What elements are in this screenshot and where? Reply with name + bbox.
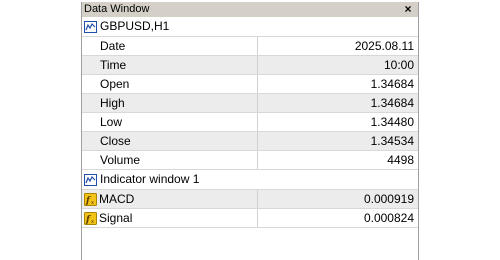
window-title: Data Window <box>84 3 150 15</box>
indicator-row-label: Signal <box>99 211 133 225</box>
data-row-value: 1.34534 <box>370 134 414 148</box>
data-row-label: Volume <box>82 151 258 169</box>
data-row-open: Open 1.34684 <box>82 75 418 94</box>
data-row-volume: Volume 4498 <box>82 151 418 170</box>
indicator-row-label: MACD <box>99 192 135 206</box>
data-row-close: Close 1.34534 <box>82 132 418 151</box>
data-row-value: 4498 <box>387 153 414 167</box>
data-row-high: High 1.34684 <box>82 94 418 113</box>
svg-text:x: x <box>91 200 94 206</box>
indicator-row-name: f x MACD <box>82 190 258 208</box>
indicator-row-value: 0.000919 <box>363 192 414 206</box>
data-row-value: 1.34684 <box>370 77 414 91</box>
indicator-fx-icon: f x <box>84 192 97 206</box>
indicator-row-macd: f x MACD 0.000919 <box>82 190 418 209</box>
data-row-value: 1.34684 <box>370 96 414 110</box>
data-window-titlebar[interactable]: Data Window × <box>82 2 418 17</box>
data-row-date: Date 2025.08.11 <box>82 37 418 56</box>
data-row-value: 10:00 <box>383 58 414 72</box>
symbol-group-label: GBPUSD,H1 <box>100 19 170 33</box>
close-icon[interactable]: × <box>402 2 414 17</box>
data-row-value: 2025.08.11 <box>354 39 414 53</box>
data-row-value: 1.34480 <box>370 115 414 129</box>
data-window-panel: Data Window × GBPUSD,H1 Date 2025.08.11 … <box>81 2 419 260</box>
data-row-label: Time <box>82 56 258 74</box>
data-row-label: High <box>82 94 258 112</box>
indicator-fx-icon: f x <box>84 211 97 225</box>
indicator-row-name: f x Signal <box>82 209 258 227</box>
indicator-group-label: Indicator window 1 <box>100 172 200 186</box>
svg-text:x: x <box>91 219 94 225</box>
data-row-low: Low 1.34480 <box>82 113 418 132</box>
data-row-label: Date <box>82 37 258 55</box>
indicator-row-value: 0.000824 <box>363 211 414 225</box>
chart-line-icon <box>84 20 97 33</box>
data-row-label: Open <box>82 75 258 93</box>
data-row-time: Time 10:00 <box>82 56 418 75</box>
data-row-label: Low <box>82 113 258 131</box>
indicator-group-header[interactable]: Indicator window 1 <box>82 170 418 190</box>
chart-line-icon <box>84 173 97 186</box>
indicator-row-signal: f x Signal 0.000824 <box>82 209 418 228</box>
symbol-group-header[interactable]: GBPUSD,H1 <box>82 17 418 37</box>
data-row-label: Close <box>82 132 258 150</box>
